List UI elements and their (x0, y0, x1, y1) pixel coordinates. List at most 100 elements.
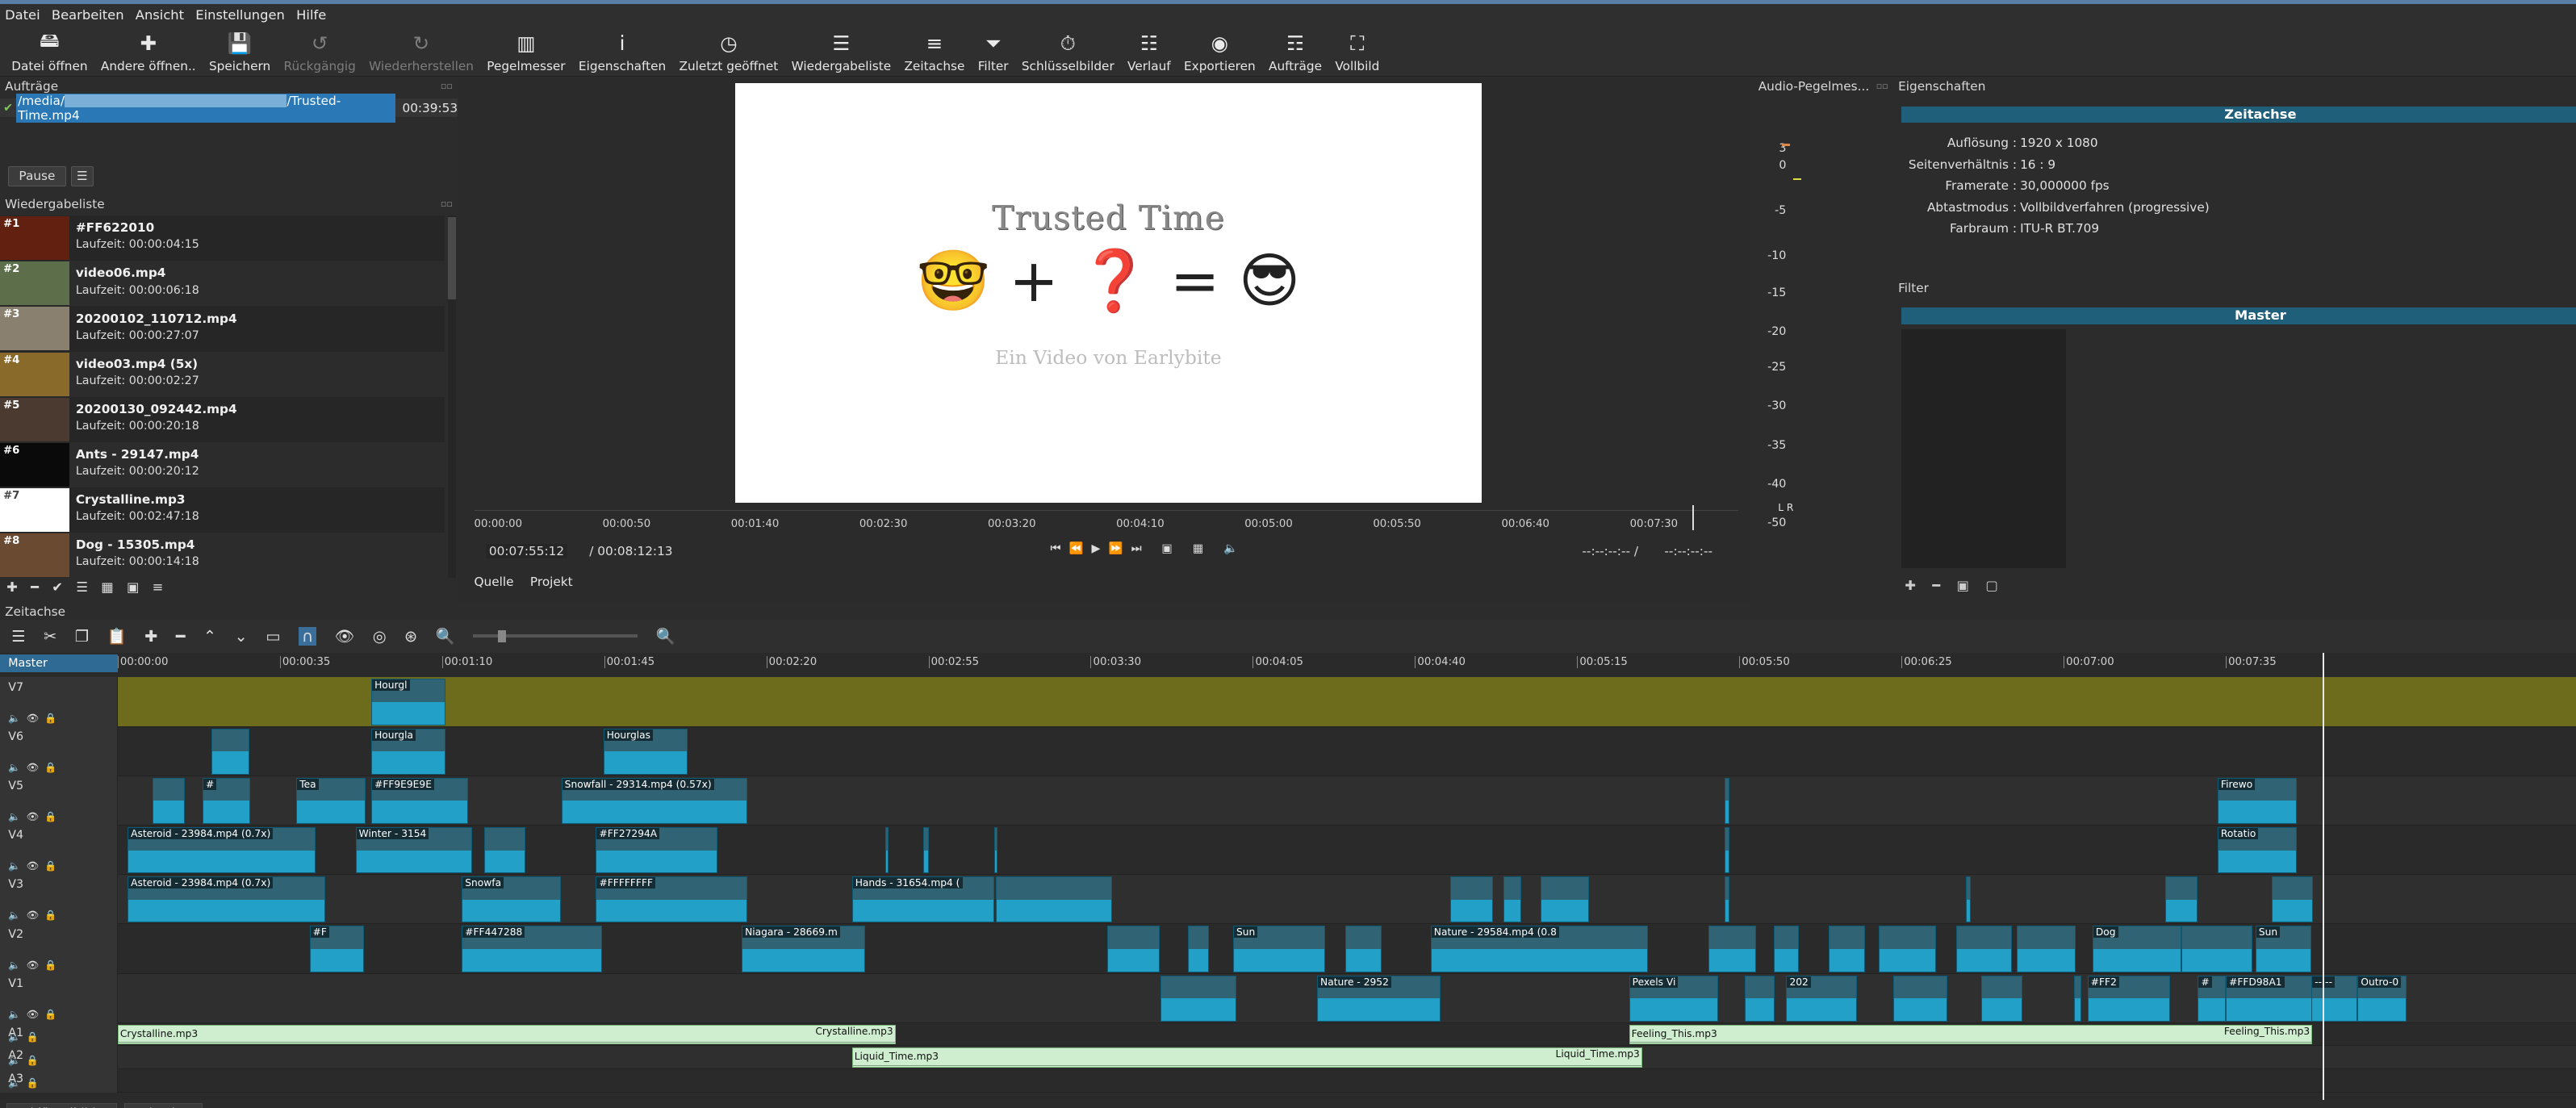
timeline-clip[interactable]: # (2198, 975, 2227, 1022)
timeline-clip[interactable] (2017, 926, 2076, 972)
job-row[interactable]: ✔ /media//Trusted-Time.mp4 00:39:53 (0, 93, 458, 123)
timeline-clip[interactable]: Tea (296, 777, 366, 824)
timeline-clip[interactable]: Hourgl (371, 679, 445, 725)
timeline-clip[interactable] (994, 827, 998, 874)
playlist-item[interactable]: #7 Crystalline.mp3 Laufzeit: 00:02:47:18 (0, 487, 445, 533)
transport-buttons[interactable]: ⏮⏪▶⏩⏭ ▣ ▦ 🔈 (1051, 542, 1247, 555)
menu-item-3[interactable]: Einstellungen (195, 7, 285, 23)
timeline-clip[interactable] (2181, 926, 2252, 972)
tiles-view-icon[interactable]: ▦ (101, 579, 113, 595)
add-icon[interactable]: ✚ (6, 579, 18, 595)
jobs-menu-button[interactable]: ☰ (70, 166, 94, 186)
track-header[interactable]: A2 🔈🔒 (0, 1046, 118, 1069)
timeline-clip[interactable]: # (202, 777, 251, 824)
timeline-clip[interactable] (1724, 777, 1729, 824)
track-header[interactable]: V5 🔈👁🔒 (0, 776, 118, 826)
timeline-clip[interactable]: Firewo (2217, 777, 2297, 824)
track-header[interactable]: V2 🔈👁🔒 (0, 924, 118, 974)
timeline-clip[interactable] (1724, 876, 1729, 923)
timeline-clip[interactable]: Nature - 2952 (1317, 975, 1441, 1022)
ripple-delete-icon[interactable]: ━ (176, 627, 186, 646)
toolbar-button-6[interactable]: ⅰ Eigenschaften (572, 26, 673, 77)
paste-icon[interactable]: 📋 (107, 627, 127, 646)
zoom-in-icon[interactable]: 🔍 (656, 627, 675, 646)
timeline-clip[interactable]: Asteroid - 23984.mp4 (0.7x) (128, 876, 325, 923)
toolbar-button-1[interactable]: ✚ Andere öffnen.. (94, 26, 203, 77)
playlist-item[interactable]: #6 Ants - 29147.mp4 Laufzeit: 00:00:20:12 (0, 441, 445, 487)
playlist-item[interactable]: #3 20200102_110712.mp4 Laufzeit: 00:00:27:… (0, 306, 445, 352)
timeline-clip[interactable]: Sun (2255, 926, 2312, 972)
timeline-clip[interactable] (1344, 926, 1382, 972)
bottom-tab-0[interactable]: Schlüsselbilder (6, 1102, 118, 1108)
track-header[interactable]: A3 🔈🔒 (0, 1068, 118, 1093)
timeline-clip[interactable]: #F (309, 926, 364, 972)
timeline-clip[interactable]: Snowfa (462, 876, 561, 923)
menu-icon[interactable]: ≡ (153, 579, 164, 595)
cut-icon[interactable]: ✂ (44, 627, 56, 646)
timeline-clip[interactable] (2272, 876, 2314, 923)
audio-clip[interactable]: Crystalline.mp3 Crystalline.mp3 (117, 1024, 896, 1045)
timeline-clip[interactable]: Hands - 31654.mp4 ( (851, 876, 995, 923)
timeline-clip[interactable] (2074, 975, 2081, 1022)
track-header[interactable]: V4 🔈👁🔒 (0, 826, 118, 876)
timeline-clip[interactable] (211, 728, 250, 775)
track-header[interactable]: V1 🔈👁🔒 (0, 973, 118, 1023)
remove-icon[interactable]: ━ (31, 579, 39, 595)
timeline-clip[interactable] (483, 827, 525, 874)
playlist-item[interactable]: #2 video06.mp4 Laufzeit: 00:00:06:18 (0, 261, 445, 307)
master-track-header[interactable]: Master (0, 654, 118, 673)
position-timecode[interactable]: 00:07:55:12 (485, 544, 568, 559)
toolbar-button-9[interactable]: ≡ Zeitachse (897, 26, 971, 77)
timeline-clip[interactable]: #FFD98A1 (2226, 975, 2314, 1022)
timeline-clip[interactable] (2164, 876, 2198, 923)
timeline-clip[interactable] (1878, 926, 1937, 972)
toolbar-button-13[interactable]: ◉ Exportieren (1177, 26, 1262, 77)
timeline-clip[interactable]: Rotatio (2217, 827, 2297, 874)
menu-item-0[interactable]: Datei (5, 7, 40, 23)
toolbar-button-15[interactable]: ⛶ Vollbild (1328, 26, 1386, 77)
filter-list[interactable] (1901, 328, 2067, 568)
toolbar-button-2[interactable]: 💾 Speichern (203, 26, 278, 77)
toolbar-button-3[interactable]: ↺ Rückgängig (277, 26, 362, 77)
ripple-icon[interactable]: ◎ (373, 627, 387, 646)
details-view-icon[interactable]: ☰ (76, 579, 88, 595)
menu-item-4[interactable]: Hilfe (296, 7, 326, 23)
toolbar-button-11[interactable]: ⏱ Schlüsselbilder (1015, 26, 1121, 77)
timeline-clip[interactable] (1503, 876, 1521, 923)
timeline-clip[interactable] (1160, 975, 1237, 1022)
timeline-clip[interactable]: #FF9E9E9E (371, 777, 469, 824)
track-controls-icon[interactable]: 🔈👁🔒 (8, 762, 62, 773)
update-icon[interactable]: ✔ (52, 579, 63, 595)
scrub-icon[interactable]: 👁 (335, 627, 355, 646)
timeline-clip[interactable] (1774, 926, 1799, 972)
timeline-clip[interactable] (923, 827, 929, 874)
icons-view-icon[interactable]: ▣ (127, 579, 139, 595)
toolbar-button-8[interactable]: ☰ Wiedergabeliste (784, 26, 897, 77)
playlist-item[interactable]: #4 video03.mp4 (5x) Laufzeit: 00:00:02:27 (0, 351, 445, 397)
timeline-clip[interactable] (1541, 876, 1589, 923)
timeline-clip[interactable] (996, 876, 1112, 923)
toolbar-button-12[interactable]: ☷ Verlauf (1121, 26, 1177, 77)
snap-icon[interactable]: ∩ (298, 626, 317, 646)
menu-item-2[interactable]: Ansicht (136, 7, 184, 23)
audio-clip[interactable]: Liquid_Time.mp3 Liquid_Time.mp3 (851, 1047, 1642, 1068)
viewer-ruler[interactable]: 00:00:00 00:00:50 00:01:40 00:02:30 00:03:20… (474, 510, 1739, 535)
timeline-clip[interactable] (1955, 926, 2012, 972)
timeline-clip[interactable]: Snowfall - 29314.mp4 (0.57x) (561, 777, 748, 824)
video-preview[interactable]: Trusted Time 🤓 + ❓ = 😎 Ein Video von Ear… (734, 83, 1482, 504)
track-controls-icon[interactable]: 🔈🔒 (8, 1077, 44, 1089)
timeline-clip[interactable] (1893, 975, 1948, 1022)
timeline-clip[interactable] (1708, 926, 1756, 972)
timeline-clip[interactable] (1745, 975, 1775, 1022)
track-controls-icon[interactable]: 🔈👁🔒 (8, 811, 62, 822)
track-controls-icon[interactable]: 🔈👁🔒 (8, 713, 62, 724)
track-controls-icon[interactable]: 🔈🔒 (8, 1055, 44, 1066)
panel-float-close-icon[interactable]: ▫▫ (441, 196, 458, 212)
timeline-clip[interactable] (1187, 926, 1210, 972)
copy-icon[interactable]: ❐ (75, 627, 89, 646)
timeline-playhead[interactable] (2323, 652, 2325, 1100)
toolbar-button-4[interactable]: ↻ Wiederherstellen (362, 26, 480, 77)
viewer-playhead[interactable] (1692, 505, 1695, 530)
toolbar-button-14[interactable]: ☶ Aufträge (1262, 26, 1328, 77)
timeline-clip[interactable]: --:-- (2311, 975, 2358, 1022)
